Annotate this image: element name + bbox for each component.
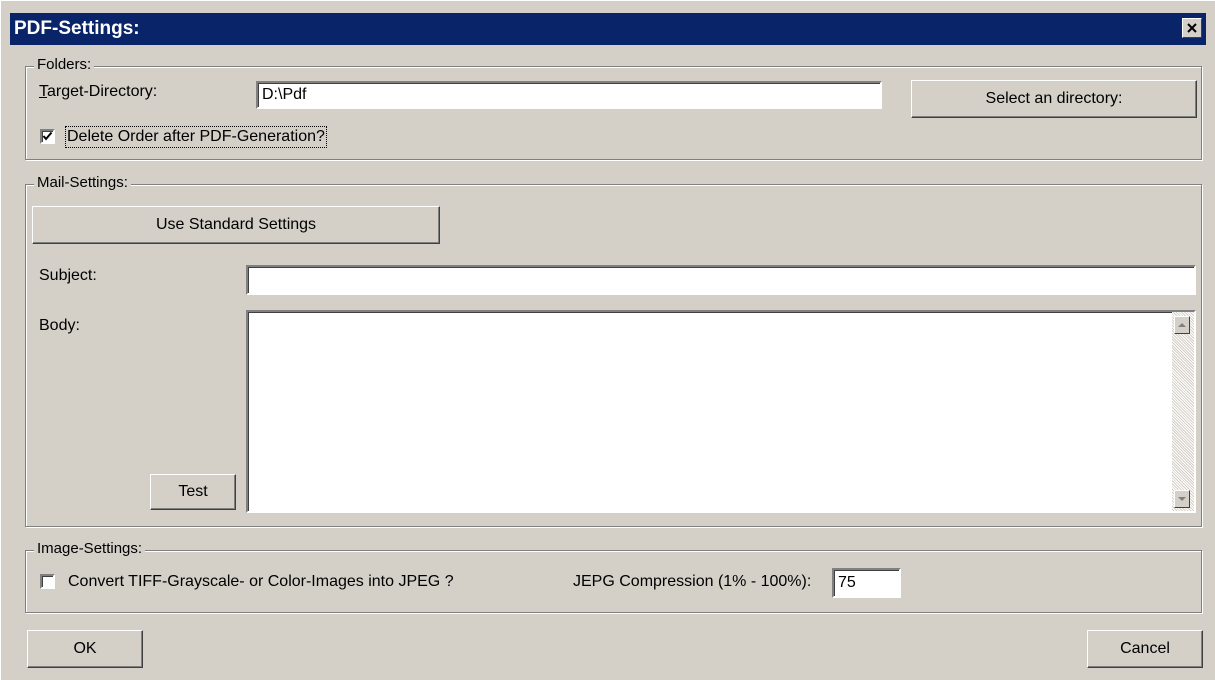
cancel-button[interactable]: Cancel bbox=[1087, 630, 1203, 668]
convert-jpeg-checkbox[interactable] bbox=[40, 574, 55, 589]
close-icon bbox=[1187, 23, 1197, 33]
close-button[interactable] bbox=[1182, 18, 1202, 38]
ok-button[interactable]: OK bbox=[27, 630, 143, 668]
mail-settings-legend: Mail-Settings: bbox=[34, 174, 131, 191]
test-button[interactable]: Test bbox=[150, 474, 236, 510]
delete-order-checkbox[interactable] bbox=[40, 129, 55, 144]
image-settings-legend: Image-Settings: bbox=[34, 540, 146, 557]
pdf-settings-dialog: PDF-Settings: Folders: Target-Directory:… bbox=[0, 0, 1215, 680]
body-label: Body: bbox=[39, 317, 80, 334]
delete-order-label[interactable]: Delete Order after PDF-Generation? bbox=[65, 126, 327, 148]
arrow-up-icon bbox=[1178, 323, 1186, 327]
convert-jpeg-label[interactable]: Convert TIFF-Grayscale- or Color-Images … bbox=[68, 573, 454, 591]
compression-label: JEPG Compression (1% - 100%): bbox=[573, 573, 812, 590]
window-title: PDF-Settings: bbox=[14, 18, 140, 39]
scroll-up-button[interactable] bbox=[1174, 316, 1190, 334]
title-bar: PDF-Settings: bbox=[10, 13, 1206, 45]
target-directory-label: Target-Directory: bbox=[39, 83, 158, 100]
subject-input[interactable] bbox=[246, 265, 1196, 295]
checkmark-icon bbox=[42, 131, 53, 141]
scroll-down-button[interactable] bbox=[1174, 490, 1190, 508]
use-standard-settings-button[interactable]: Use Standard Settings bbox=[32, 206, 440, 244]
target-directory-input[interactable] bbox=[256, 81, 882, 109]
folders-legend: Folders: bbox=[34, 56, 95, 73]
compression-input[interactable] bbox=[832, 568, 901, 598]
select-directory-button[interactable]: Select an directory: bbox=[911, 80, 1197, 118]
arrow-down-icon bbox=[1178, 497, 1186, 501]
body-textarea[interactable] bbox=[246, 310, 1196, 513]
body-scrollbar[interactable] bbox=[1172, 312, 1194, 511]
subject-label: Subject: bbox=[39, 267, 97, 284]
